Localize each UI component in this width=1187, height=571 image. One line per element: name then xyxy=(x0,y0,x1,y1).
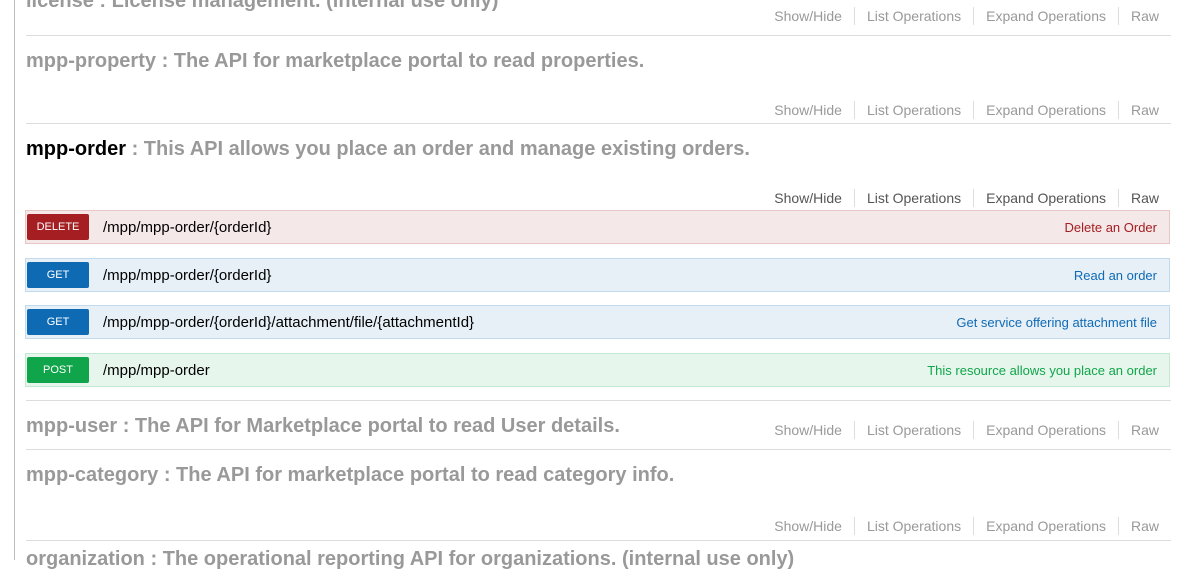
resource-mpp-order-link[interactable]: mpp-order xyxy=(26,138,126,160)
resource-description: The API for marketplace portal to read p… xyxy=(173,50,645,72)
expand-operations-link[interactable]: Expand Operations xyxy=(973,517,1118,535)
resource-mpp-user-heading[interactable]: mpp-user : The API for Marketplace porta… xyxy=(26,415,620,438)
http-method-badge[interactable]: POST xyxy=(27,357,89,383)
mpp-category-operations-links: Show/Hide List Operations Expand Operati… xyxy=(774,517,1159,535)
resource-separator: : xyxy=(99,0,107,12)
raw-link[interactable]: Raw xyxy=(1117,7,1159,25)
content-left-border xyxy=(14,0,15,560)
list-operations-link[interactable]: List Operations xyxy=(853,101,973,119)
operation-summary[interactable]: Read an order xyxy=(1074,268,1157,283)
operation-path[interactable]: /mpp/mpp-order/{orderId} xyxy=(103,267,271,284)
section-divider xyxy=(26,400,1171,401)
resource-description: The operational reporting API for organi… xyxy=(162,548,795,570)
raw-link[interactable]: Raw xyxy=(1117,421,1159,439)
operation-get-attachment-file[interactable]: GET /mpp/mpp-order/{orderId}/attachment/… xyxy=(25,305,1170,339)
resource-separator: : xyxy=(163,464,171,486)
operation-path[interactable]: /mpp/mpp-order xyxy=(103,362,210,379)
list-operations-link[interactable]: List Operations xyxy=(853,189,973,207)
resource-license-link[interactable]: license xyxy=(26,0,94,12)
operation-post-order[interactable]: POST /mpp/mpp-order This resource allows… xyxy=(25,353,1170,387)
license-operations-links: Show/Hide List Operations Expand Operati… xyxy=(774,7,1159,25)
operation-summary[interactable]: Get service offering attachment file xyxy=(956,315,1157,330)
operation-summary[interactable]: This resource allows you place an order xyxy=(927,363,1157,378)
resource-description: The API for marketplace portal to read c… xyxy=(176,464,675,486)
resource-mpp-property-link[interactable]: mpp-property xyxy=(26,50,156,72)
resource-mpp-category-heading[interactable]: mpp-category : The API for marketplace p… xyxy=(26,464,674,487)
raw-link[interactable]: Raw xyxy=(1117,189,1159,207)
resource-separator: : xyxy=(122,415,130,437)
operation-path[interactable]: /mpp/mpp-order/{orderId} xyxy=(103,219,271,236)
expand-operations-link[interactable]: Expand Operations xyxy=(973,189,1118,207)
show-hide-link[interactable]: Show/Hide xyxy=(774,421,854,439)
list-operations-link[interactable]: List Operations xyxy=(853,421,973,439)
expand-operations-link[interactable]: Expand Operations xyxy=(973,101,1118,119)
operation-get-order[interactable]: GET /mpp/mpp-order/{orderId} Read an ord… xyxy=(25,258,1170,292)
expand-operations-link[interactable]: Expand Operations xyxy=(973,7,1118,25)
swagger-resource-list: license : License management. (internal … xyxy=(0,0,1187,570)
resource-description: License management. (internal use only) xyxy=(111,0,499,12)
resource-organization-link[interactable]: organization xyxy=(26,548,145,570)
resource-license-heading[interactable]: license : License management. (internal … xyxy=(26,0,498,13)
resource-description: This API allows you place an order and m… xyxy=(143,138,750,160)
resource-description: The API for Marketplace portal to read U… xyxy=(134,415,620,437)
mpp-property-operations-links: Show/Hide List Operations Expand Operati… xyxy=(774,101,1159,119)
expand-operations-link[interactable]: Expand Operations xyxy=(973,421,1118,439)
http-method-badge[interactable]: GET xyxy=(27,262,89,288)
list-operations-link[interactable]: List Operations xyxy=(853,517,973,535)
resource-separator: : xyxy=(131,138,139,160)
show-hide-link[interactable]: Show/Hide xyxy=(774,101,854,119)
resource-mpp-property-heading[interactable]: mpp-property : The API for marketplace p… xyxy=(26,50,644,73)
section-divider xyxy=(26,35,1171,36)
raw-link[interactable]: Raw xyxy=(1117,101,1159,119)
http-method-badge[interactable]: GET xyxy=(27,309,89,335)
mpp-user-operations-links: Show/Hide List Operations Expand Operati… xyxy=(774,421,1159,439)
http-method-badge[interactable]: DELETE xyxy=(27,214,89,240)
show-hide-link[interactable]: Show/Hide xyxy=(774,517,854,535)
mpp-order-operations-links: Show/Hide List Operations Expand Operati… xyxy=(774,189,1159,207)
resource-mpp-category-link[interactable]: mpp-category xyxy=(26,464,158,486)
section-divider xyxy=(26,540,1171,541)
resource-separator: : xyxy=(150,548,158,570)
show-hide-link[interactable]: Show/Hide xyxy=(774,7,854,25)
section-divider xyxy=(26,123,1171,124)
resource-separator: : xyxy=(161,50,169,72)
operation-summary[interactable]: Delete an Order xyxy=(1065,220,1158,235)
section-divider xyxy=(26,449,1171,450)
raw-link[interactable]: Raw xyxy=(1117,517,1159,535)
resource-mpp-user-link[interactable]: mpp-user xyxy=(26,415,117,437)
resource-mpp-order-heading[interactable]: mpp-order : This API allows you place an… xyxy=(26,138,750,161)
operation-delete-order[interactable]: DELETE /mpp/mpp-order/{orderId} Delete a… xyxy=(25,210,1170,244)
list-operations-link[interactable]: List Operations xyxy=(853,7,973,25)
operation-path[interactable]: /mpp/mpp-order/{orderId}/attachment/file… xyxy=(103,314,474,331)
show-hide-link[interactable]: Show/Hide xyxy=(774,189,854,207)
